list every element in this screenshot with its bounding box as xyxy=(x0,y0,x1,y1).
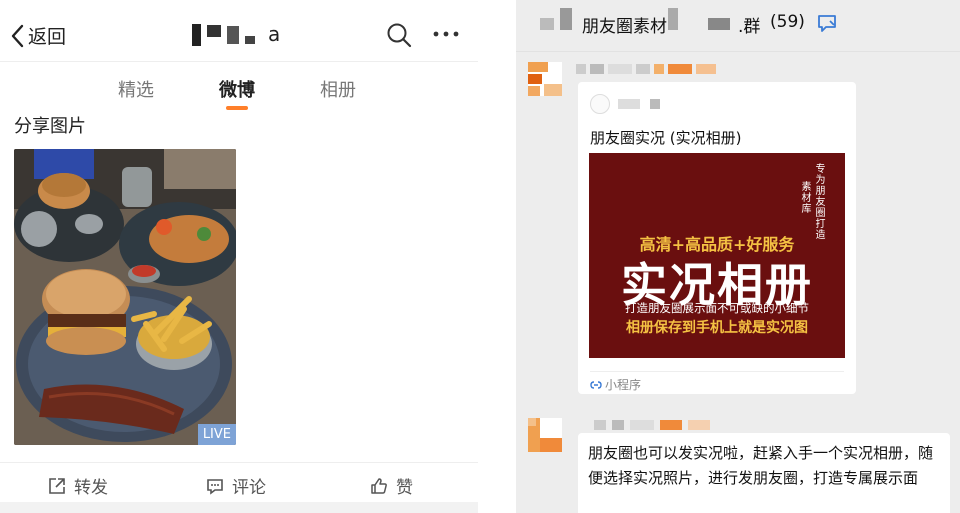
chat-bubble-icon[interactable] xyxy=(816,13,838,33)
title-obscured-block xyxy=(668,8,678,30)
tab-featured[interactable]: 精选 xyxy=(118,76,154,102)
mini-program-card[interactable]: 朋友圈实况 (实况相册) 专为朋友圈打造 素材库 高清+高品质+好服务 实况相册… xyxy=(578,82,856,394)
live-photo[interactable]: LIVE xyxy=(14,149,236,445)
food-photo-image xyxy=(14,149,236,445)
comment-icon xyxy=(207,478,223,495)
poster-footer-text: 相册保存到手机上就是实况图 xyxy=(626,320,808,336)
top-nav-bar: 返回 a xyxy=(0,0,478,62)
poster-vertical-right: 专为朋友圈打造 xyxy=(813,163,824,240)
chat-title-tail: .群 xyxy=(738,17,761,37)
post-text: 分享图片 xyxy=(14,116,86,137)
profile-name-suffix: a xyxy=(268,22,281,46)
card-poster: 专为朋友圈打造 素材库 高清+高品质+好服务 实况相册 打造朋友圈展示面不可或缺… xyxy=(589,153,845,358)
source-name-obscured xyxy=(650,99,660,109)
title-obscured-block xyxy=(540,18,554,30)
text-message-bubble[interactable]: 朋友圈也可以发实况啦，赶紧入手一个实况相册，随便选择实况照片，进行发朋友圈，打造… xyxy=(578,433,950,513)
title-obscured-block xyxy=(560,8,572,30)
chevron-left-icon xyxy=(11,24,24,47)
more-options-icon[interactable] xyxy=(432,30,460,38)
panel-gap xyxy=(478,0,516,513)
profile-tabs: 精选 微博 相册 xyxy=(0,70,478,110)
thumbs-up-icon xyxy=(371,477,387,494)
chat-header: 朋友圈素材 .群 (59) xyxy=(516,0,960,52)
source-name-obscured xyxy=(618,99,640,109)
live-badge: LIVE xyxy=(197,424,236,445)
tab-album[interactable]: 相册 xyxy=(320,76,356,102)
post-action-bar: 转发 评论 赞 xyxy=(0,462,478,502)
tab-weibo[interactable]: 微博 xyxy=(219,76,255,102)
mini-program-icon xyxy=(590,380,602,389)
weibo-panel: 返回 a 精选 微博 相册 分享图片 LIVE 转发 评论 赞 xyxy=(0,0,478,513)
back-label: 返回 xyxy=(28,26,67,48)
sender-name-obscured xyxy=(576,64,746,74)
avatar[interactable] xyxy=(528,418,562,452)
member-count: (59) xyxy=(770,12,805,32)
active-tab-indicator xyxy=(226,106,248,110)
card-footer-label: 小程序 xyxy=(605,378,642,392)
wechat-chat-panel: 朋友圈素材 .群 (59) 朋友圈实况 (实况相册) 专为朋友圈打造 素材库 高… xyxy=(516,0,960,513)
back-button[interactable]: 返回 xyxy=(10,22,66,49)
like-label: 赞 xyxy=(396,478,413,498)
card-divider xyxy=(590,371,844,372)
repost-label: 转发 xyxy=(74,478,108,498)
chat-title: 朋友圈素材 xyxy=(582,17,667,37)
avatar[interactable] xyxy=(528,62,562,96)
poster-subtitle: 打造朋友圈展示面不可或缺的小细节 xyxy=(625,301,809,315)
like-button[interactable]: 赞 xyxy=(370,473,413,498)
card-title: 朋友圈实况 (实况相册) xyxy=(590,129,742,147)
sender-name-obscured xyxy=(594,420,764,430)
mini-program-logo-icon xyxy=(590,94,610,114)
card-footer: 小程序 xyxy=(590,376,641,393)
title-obscured-block xyxy=(708,18,730,30)
poster-vertical-left: 素材库 xyxy=(799,181,810,214)
bottom-separator xyxy=(0,502,478,513)
comment-button[interactable]: 评论 xyxy=(206,473,266,498)
share-icon xyxy=(49,477,65,494)
profile-name-obscured xyxy=(192,24,255,46)
search-icon[interactable] xyxy=(386,22,412,48)
repost-button[interactable]: 转发 xyxy=(48,473,108,498)
comment-label: 评论 xyxy=(232,478,266,498)
